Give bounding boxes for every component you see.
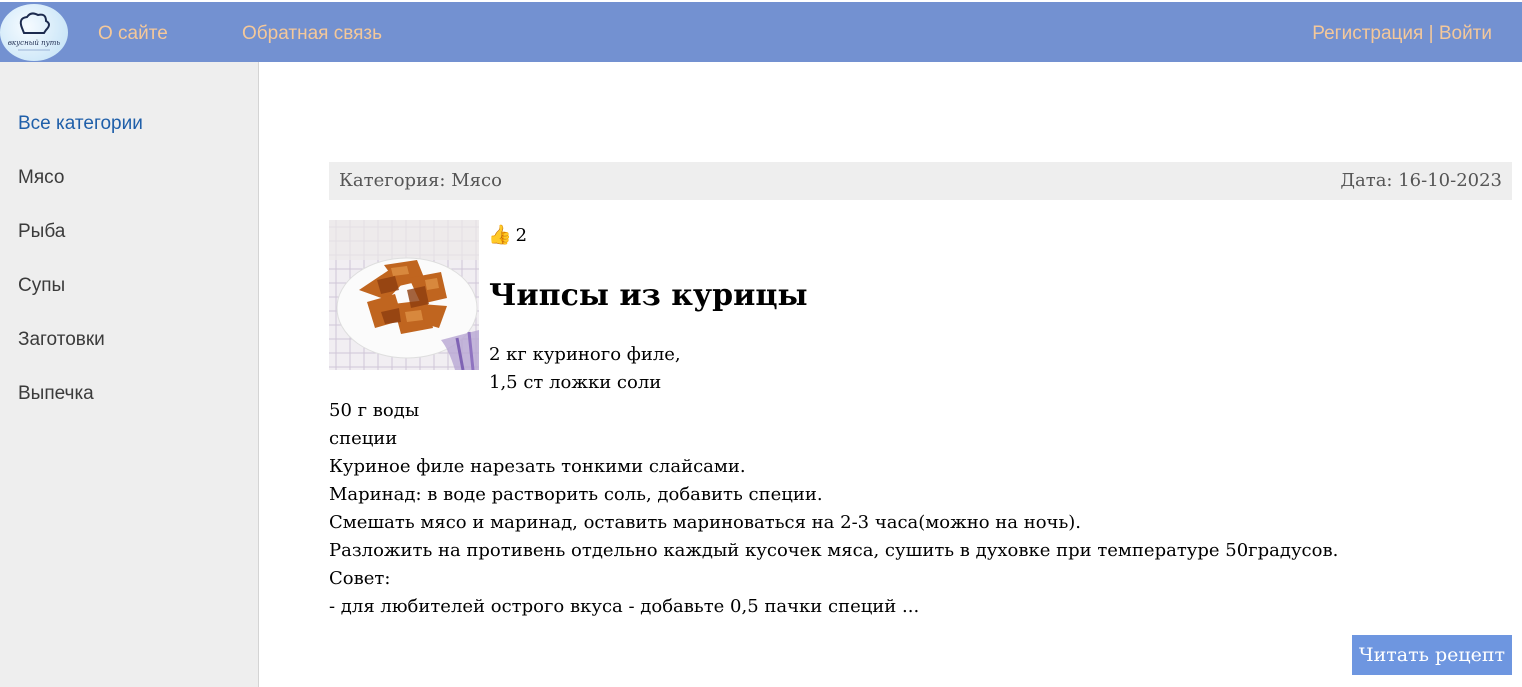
recipe-text-line: специи (329, 428, 398, 449)
post-meta-bar: Категория: Мясо Дата: 16-10-2023 (329, 162, 1512, 200)
recipe-text-line: Совет: (329, 568, 391, 589)
thumbs-up-icon[interactable]: 👍 (488, 224, 512, 246)
recipe-photo (329, 220, 479, 370)
recipe-thumbnail[interactable] (329, 220, 479, 370)
nav-feedback-link[interactable]: Обратная связь (242, 22, 382, 46)
sidebar-item-meat[interactable]: Мясо (18, 165, 64, 191)
recipe-title: Чипсы из курицы (489, 278, 808, 313)
likes-count: 2 (515, 225, 528, 246)
post-date: Дата: 16-10-2023 (1340, 170, 1502, 191)
post-category: Категория: Мясо (339, 170, 502, 191)
login-link[interactable]: Войти (1439, 23, 1492, 44)
svg-text:вкусный путь: вкусный путь (8, 39, 60, 47)
recipe-text-line: Разложить на противень отдельно каждый к… (329, 540, 1339, 561)
recipe-text-line: 50 г воды (329, 400, 420, 421)
recipe-text-line: - для любителей острого вкуса - добавьте… (329, 596, 920, 617)
sidebar-item-preserves[interactable]: Заготовки (18, 327, 105, 353)
recipe-text-line: Смешать мясо и маринад, оставить маринов… (329, 512, 1081, 533)
recipe-text-line: Маринад: в воде растворить соль, добавит… (329, 484, 823, 505)
site-logo[interactable]: вкусный путь (0, 4, 68, 61)
recipe-text-line: 2 кг куриного филе, (489, 344, 681, 365)
sidebar-item-baking[interactable]: Выпечка (18, 381, 94, 407)
auth-separator: | (1423, 23, 1439, 44)
likes-counter: 👍 2 (488, 222, 527, 248)
category-sidebar: Все категории Мясо Рыба Супы Заготовки В… (0, 62, 259, 687)
sidebar-item-all-categories[interactable]: Все категории (18, 111, 143, 137)
sidebar-item-soups[interactable]: Супы (18, 273, 65, 299)
sidebar-item-fish[interactable]: Рыба (18, 219, 65, 245)
auth-links: Регистрация | Войти (1312, 22, 1492, 46)
chef-hat-icon: вкусный путь (8, 12, 60, 51)
recipe-text-line: Куриное филе нарезать тонкими слайсами. (329, 456, 746, 477)
register-link[interactable]: Регистрация (1312, 23, 1423, 44)
top-navbar: вкусный путь О сайте Обратная связь Реги… (0, 2, 1522, 62)
recipe-text-line: 1,5 ст ложки соли (489, 372, 662, 393)
nav-about-link[interactable]: О сайте (98, 22, 168, 46)
read-recipe-button[interactable]: Читать рецепт (1352, 635, 1512, 675)
